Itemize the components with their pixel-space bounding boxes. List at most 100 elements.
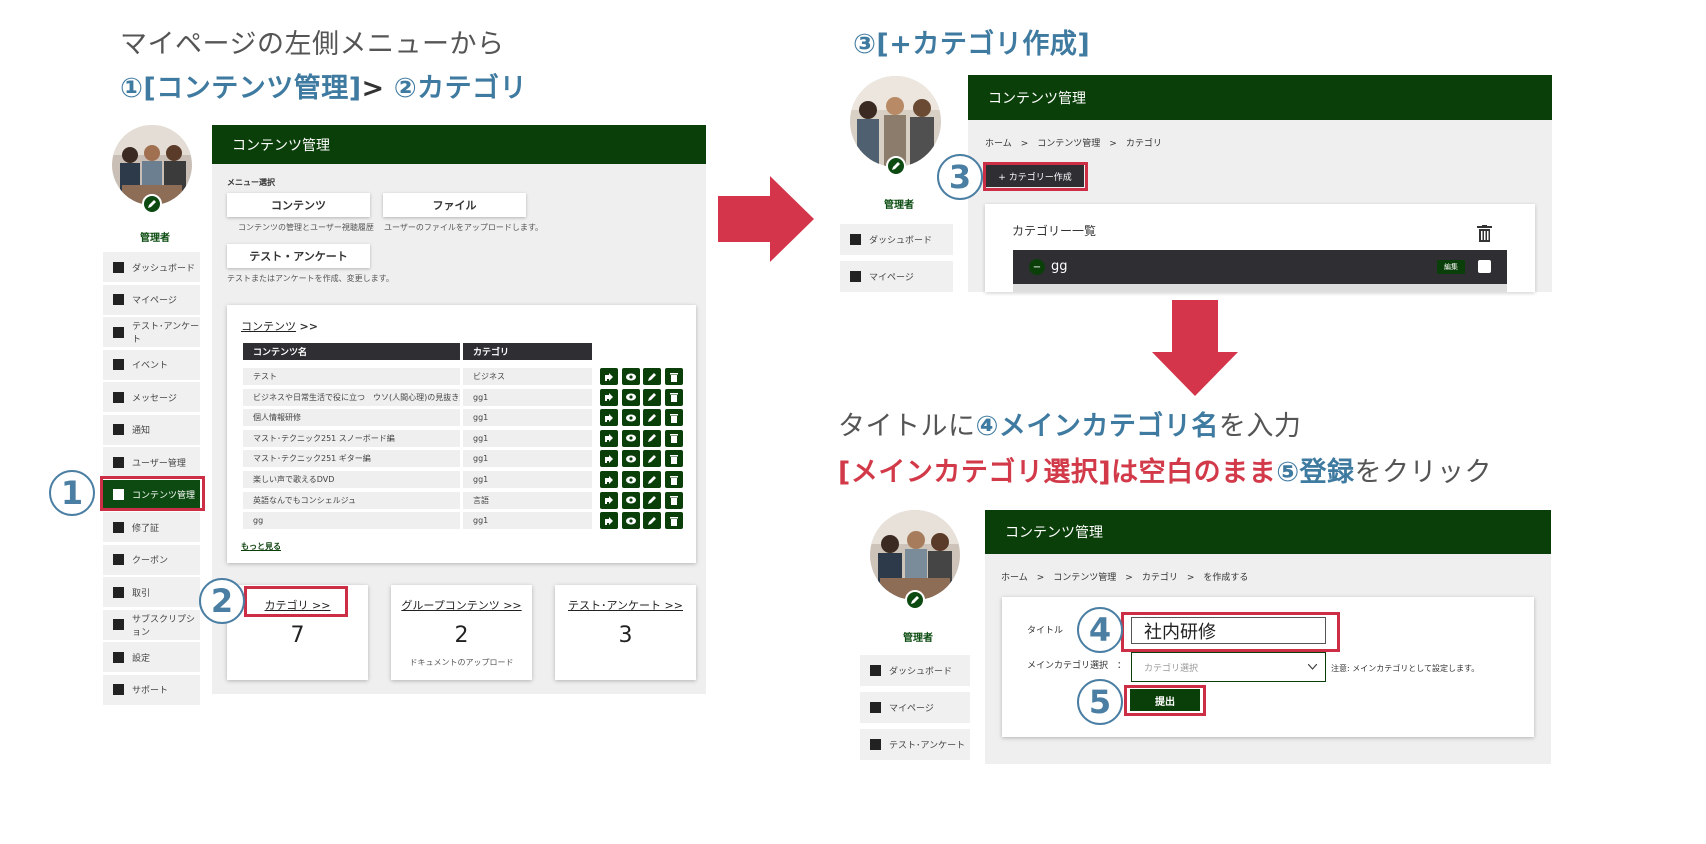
share-icon[interactable] — [600, 429, 618, 447]
table-cell-name: マスト･テクニック251 ギター編 — [243, 450, 460, 468]
sidebar-item[interactable]: マイページ — [860, 692, 970, 723]
category-list-title: カテゴリー一覧 — [1012, 224, 1097, 238]
breadcrumb: ホーム > コンテンツ管理 > カテゴリ — [985, 139, 1162, 149]
instruction-left-line1: マイページの左側メニューから — [120, 29, 505, 60]
eye-icon[interactable] — [621, 388, 640, 406]
stat-title[interactable]: テスト･アンケート >> — [555, 597, 696, 613]
sidebar-item[interactable]: ダッシュボード — [860, 655, 970, 686]
avatar-edit-icon[interactable] — [886, 156, 906, 176]
table-cell-category: gg1 — [463, 512, 592, 530]
trash-icon[interactable] — [664, 471, 683, 488]
sidebar-item[interactable]: マイページ — [103, 284, 200, 315]
share-icon[interactable] — [600, 450, 618, 468]
eye-icon[interactable] — [621, 409, 640, 427]
sidebar-item[interactable]: 設定 — [103, 642, 200, 672]
table-cell-name: 楽しい声で歌えるDVD — [243, 471, 460, 488]
stat-value: 3 — [618, 623, 633, 648]
eye-icon[interactable] — [621, 429, 640, 447]
table-cell-name: ビジネスや日常生活で役に立つ ウソ(人間心理)の見抜き方 — [243, 388, 460, 406]
more-link[interactable]: もっと見る — [241, 541, 281, 552]
step-1-badge: 1 — [49, 470, 95, 516]
share-icon[interactable] — [600, 388, 618, 406]
eye-icon[interactable] — [621, 450, 640, 468]
trash-icon[interactable] — [664, 368, 683, 385]
sidebar-item[interactable]: イベント — [103, 349, 200, 380]
eye-icon[interactable] — [621, 491, 640, 509]
avatar-edit-icon[interactable] — [905, 590, 925, 610]
table-cell-name: gg — [243, 512, 460, 530]
info-icon — [113, 684, 124, 695]
pencil-icon[interactable] — [643, 368, 661, 385]
trash-icon[interactable] — [664, 429, 683, 447]
share-icon[interactable] — [600, 491, 618, 509]
stat-card-group-content[interactable]: グループコンテンツ >> 2 ドキュメントのアップロード — [391, 585, 532, 680]
select-checkbox[interactable] — [1478, 260, 1491, 273]
sidebar-item[interactable]: サポート — [103, 674, 200, 705]
trash-icon[interactable] — [664, 409, 683, 427]
main-category-select[interactable]: カテゴリ選択 — [1131, 652, 1326, 682]
menu-button-content[interactable]: コンテンツ — [227, 193, 370, 217]
pencil-icon[interactable] — [643, 388, 661, 406]
trash-icon[interactable] — [664, 491, 683, 509]
sidebar-item[interactable]: 修了証 — [103, 512, 200, 542]
sidebar-item[interactable]: マイページ — [840, 261, 953, 292]
share-icon[interactable] — [600, 471, 618, 488]
sidebar-item[interactable]: テスト･アンケート — [103, 317, 200, 347]
book-icon — [113, 294, 124, 305]
category-item[interactable] — [1013, 250, 1507, 284]
instruction-step1: ①[コンテンツ管理] — [120, 73, 362, 104]
eye-icon[interactable] — [621, 512, 640, 530]
highlight-submit — [1124, 685, 1206, 716]
pencil-icon[interactable] — [643, 471, 661, 488]
bell-icon — [113, 424, 124, 435]
pencil-icon[interactable] — [643, 450, 661, 468]
content-link[interactable]: コンテンツ >> — [241, 318, 318, 334]
table-cell-category: gg1 — [463, 471, 592, 488]
pencil-icon[interactable] — [643, 512, 661, 530]
subscription-icon — [113, 619, 124, 630]
avatar[interactable] — [112, 125, 192, 205]
sidebar-item[interactable]: メッセージ — [103, 382, 200, 412]
trash-icon[interactable] — [664, 450, 683, 468]
sidebar-item[interactable]: サブスクリプション — [103, 609, 200, 640]
sidebar-item[interactable]: ユーザー管理 — [103, 447, 200, 477]
trash-icon[interactable] — [664, 388, 683, 406]
table-cell-category: 言語 — [463, 491, 592, 509]
share-icon[interactable] — [600, 368, 618, 385]
step-2-badge: 2 — [199, 578, 245, 624]
sidebar-item-label: クーポン — [132, 556, 169, 566]
sidebar-item[interactable]: 取引 — [103, 577, 200, 607]
table-cell-name: 英語なんでもコンシェルジュ — [243, 491, 460, 509]
sidebar-item[interactable]: ダッシュボード — [840, 224, 953, 255]
sidebar-item[interactable]: クーポン — [103, 544, 200, 575]
sidebar-item[interactable]: テスト･アンケート — [860, 729, 970, 760]
avatar-photo-icon — [112, 125, 192, 205]
pencil-icon[interactable] — [643, 409, 661, 427]
sidebar-item[interactable]: 通知 — [103, 414, 200, 445]
menu-button-file[interactable]: ファイル — [383, 193, 526, 217]
collapse-icon[interactable]: − — [1029, 259, 1045, 275]
eye-icon[interactable] — [621, 368, 640, 385]
sidebar-item-label: 通知 — [132, 426, 151, 436]
avatar-edit-icon[interactable] — [142, 194, 162, 214]
pencil-icon[interactable] — [643, 491, 661, 509]
trash-icon[interactable] — [1477, 225, 1492, 242]
note-text: 注意: メインカテゴリとして設定します。 — [1331, 664, 1480, 673]
instruction-left-line2: ①[コンテンツ管理]> ②カテゴリ — [120, 66, 527, 105]
instruction-bottom-line1: タイトルに④メインカテゴリ名を入力 — [838, 411, 1302, 442]
pencil-icon[interactable] — [643, 429, 661, 447]
trash-icon[interactable] — [664, 512, 683, 530]
edit-button[interactable]: 編集 — [1437, 260, 1465, 274]
table-cell-category: gg1 — [463, 388, 592, 406]
avatar[interactable] — [870, 510, 960, 600]
share-icon[interactable] — [600, 512, 618, 530]
stat-card-test[interactable]: テスト･アンケート >> 3 — [555, 585, 696, 680]
gear-icon — [113, 651, 124, 663]
stat-title[interactable]: グループコンテンツ >> — [391, 597, 532, 613]
avatar[interactable] — [850, 76, 941, 167]
coupon-icon — [113, 554, 124, 565]
sidebar-item[interactable]: ダッシュボード — [103, 252, 200, 282]
eye-icon[interactable] — [621, 471, 640, 488]
menu-button-test[interactable]: テスト・アンケート — [227, 244, 370, 268]
share-icon[interactable] — [600, 409, 618, 427]
